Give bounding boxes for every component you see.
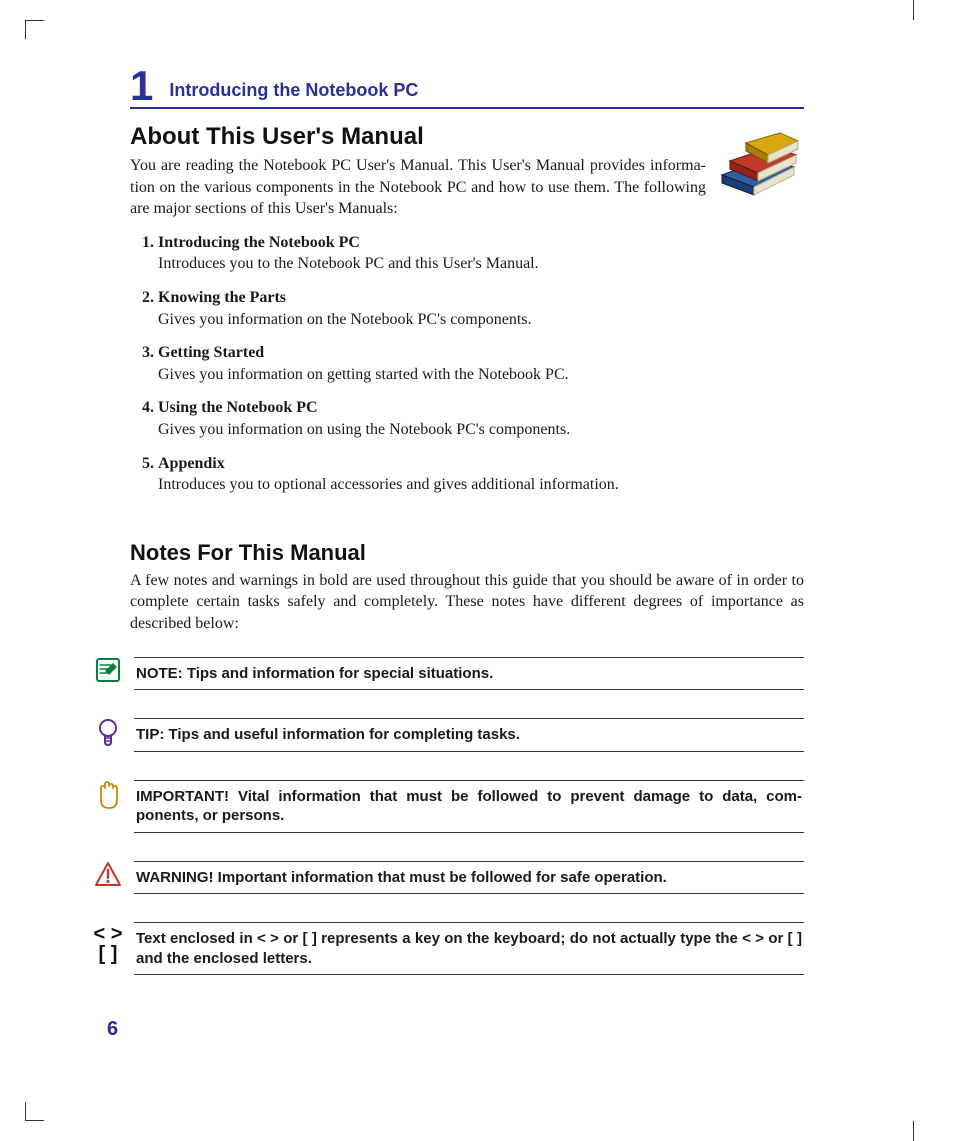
list-item-title: Introducing the Notebook PC <box>158 234 360 251</box>
chapter-title: Introducing the Notebook PC <box>169 80 418 101</box>
books-illustration <box>716 125 804 203</box>
list-item-title: Knowing the Parts <box>158 289 286 306</box>
warning-icon <box>90 861 126 887</box>
callouts-list: NOTE: Tips and information for special s… <box>90 657 804 976</box>
keys-glyph-2: [ ] <box>99 944 118 964</box>
section-heading-about: About This User's Manual <box>130 123 706 151</box>
manual-page: 1 Introducing the Notebook PC About This… <box>0 0 954 1141</box>
callout-tip: TIP: Tips and useful information for com… <box>90 718 804 752</box>
about-section-text: About This User's Manual You are reading… <box>130 109 706 230</box>
keys-glyph-1: < > <box>94 924 123 944</box>
major-sections-list: Introducing the Notebook PC Introduces y… <box>130 232 804 496</box>
callout-important: IMPORTANT! Vital information that must b… <box>90 780 804 833</box>
crop-mark <box>913 0 914 20</box>
about-intro: You are reading the Notebook PC User's M… <box>130 155 706 220</box>
list-item-desc: Gives you information on getting started… <box>158 364 804 386</box>
callout-tip-text: TIP: Tips and useful information for com… <box>134 718 804 752</box>
chapter-number: 1 <box>130 65 153 107</box>
list-item: Using the Notebook PC Gives you informat… <box>158 397 804 440</box>
callout-warning: WARNING! Important information that must… <box>90 861 804 895</box>
crop-mark <box>913 1121 914 1141</box>
list-item: Getting Started Gives you information on… <box>158 342 804 385</box>
list-item-desc: Gives you information on using the Noteb… <box>158 419 804 441</box>
crop-mark <box>25 1102 44 1121</box>
callout-keys: < > [ ] Text enclosed in < > or [ ] repr… <box>90 922 804 975</box>
list-item-desc: Introduces you to optional accessories a… <box>158 474 804 496</box>
about-section-row: About This User's Manual You are reading… <box>130 109 804 230</box>
page-number: 6 <box>107 1018 118 1041</box>
list-item: Introducing the Notebook PC Introduces y… <box>158 232 804 275</box>
list-item: Knowing the Parts Gives you information … <box>158 287 804 330</box>
callout-warning-text: WARNING! Important information that must… <box>134 861 804 895</box>
list-item: Appendix Introduces you to optional acce… <box>158 453 804 496</box>
hand-icon <box>90 780 126 810</box>
list-item-title: Appendix <box>158 455 225 472</box>
books-icon <box>716 125 804 203</box>
callout-note-text: NOTE: Tips and information for special s… <box>134 657 804 691</box>
callout-keys-text: Text enclosed in < > or [ ] represents a… <box>134 922 804 975</box>
note-icon <box>90 657 126 683</box>
notes-intro: A few notes and warnings in bold are use… <box>130 570 804 635</box>
list-item-desc: Introduces you to the Notebook PC and th… <box>158 253 804 275</box>
chapter-header: 1 Introducing the Notebook PC <box>130 65 804 109</box>
page-content: 1 Introducing the Notebook PC About This… <box>130 65 804 975</box>
callout-note: NOTE: Tips and information for special s… <box>90 657 804 691</box>
list-item-title: Getting Started <box>158 344 264 361</box>
lightbulb-icon <box>90 718 126 750</box>
callout-important-text: IMPORTANT! Vital information that must b… <box>134 780 804 833</box>
angle-bracket-icon: < > [ ] <box>90 922 126 964</box>
section-heading-notes: Notes For This Manual <box>130 540 804 566</box>
crop-mark <box>25 20 44 39</box>
list-item-title: Using the Notebook PC <box>158 399 318 416</box>
list-item-desc: Gives you information on the Notebook PC… <box>158 309 804 331</box>
